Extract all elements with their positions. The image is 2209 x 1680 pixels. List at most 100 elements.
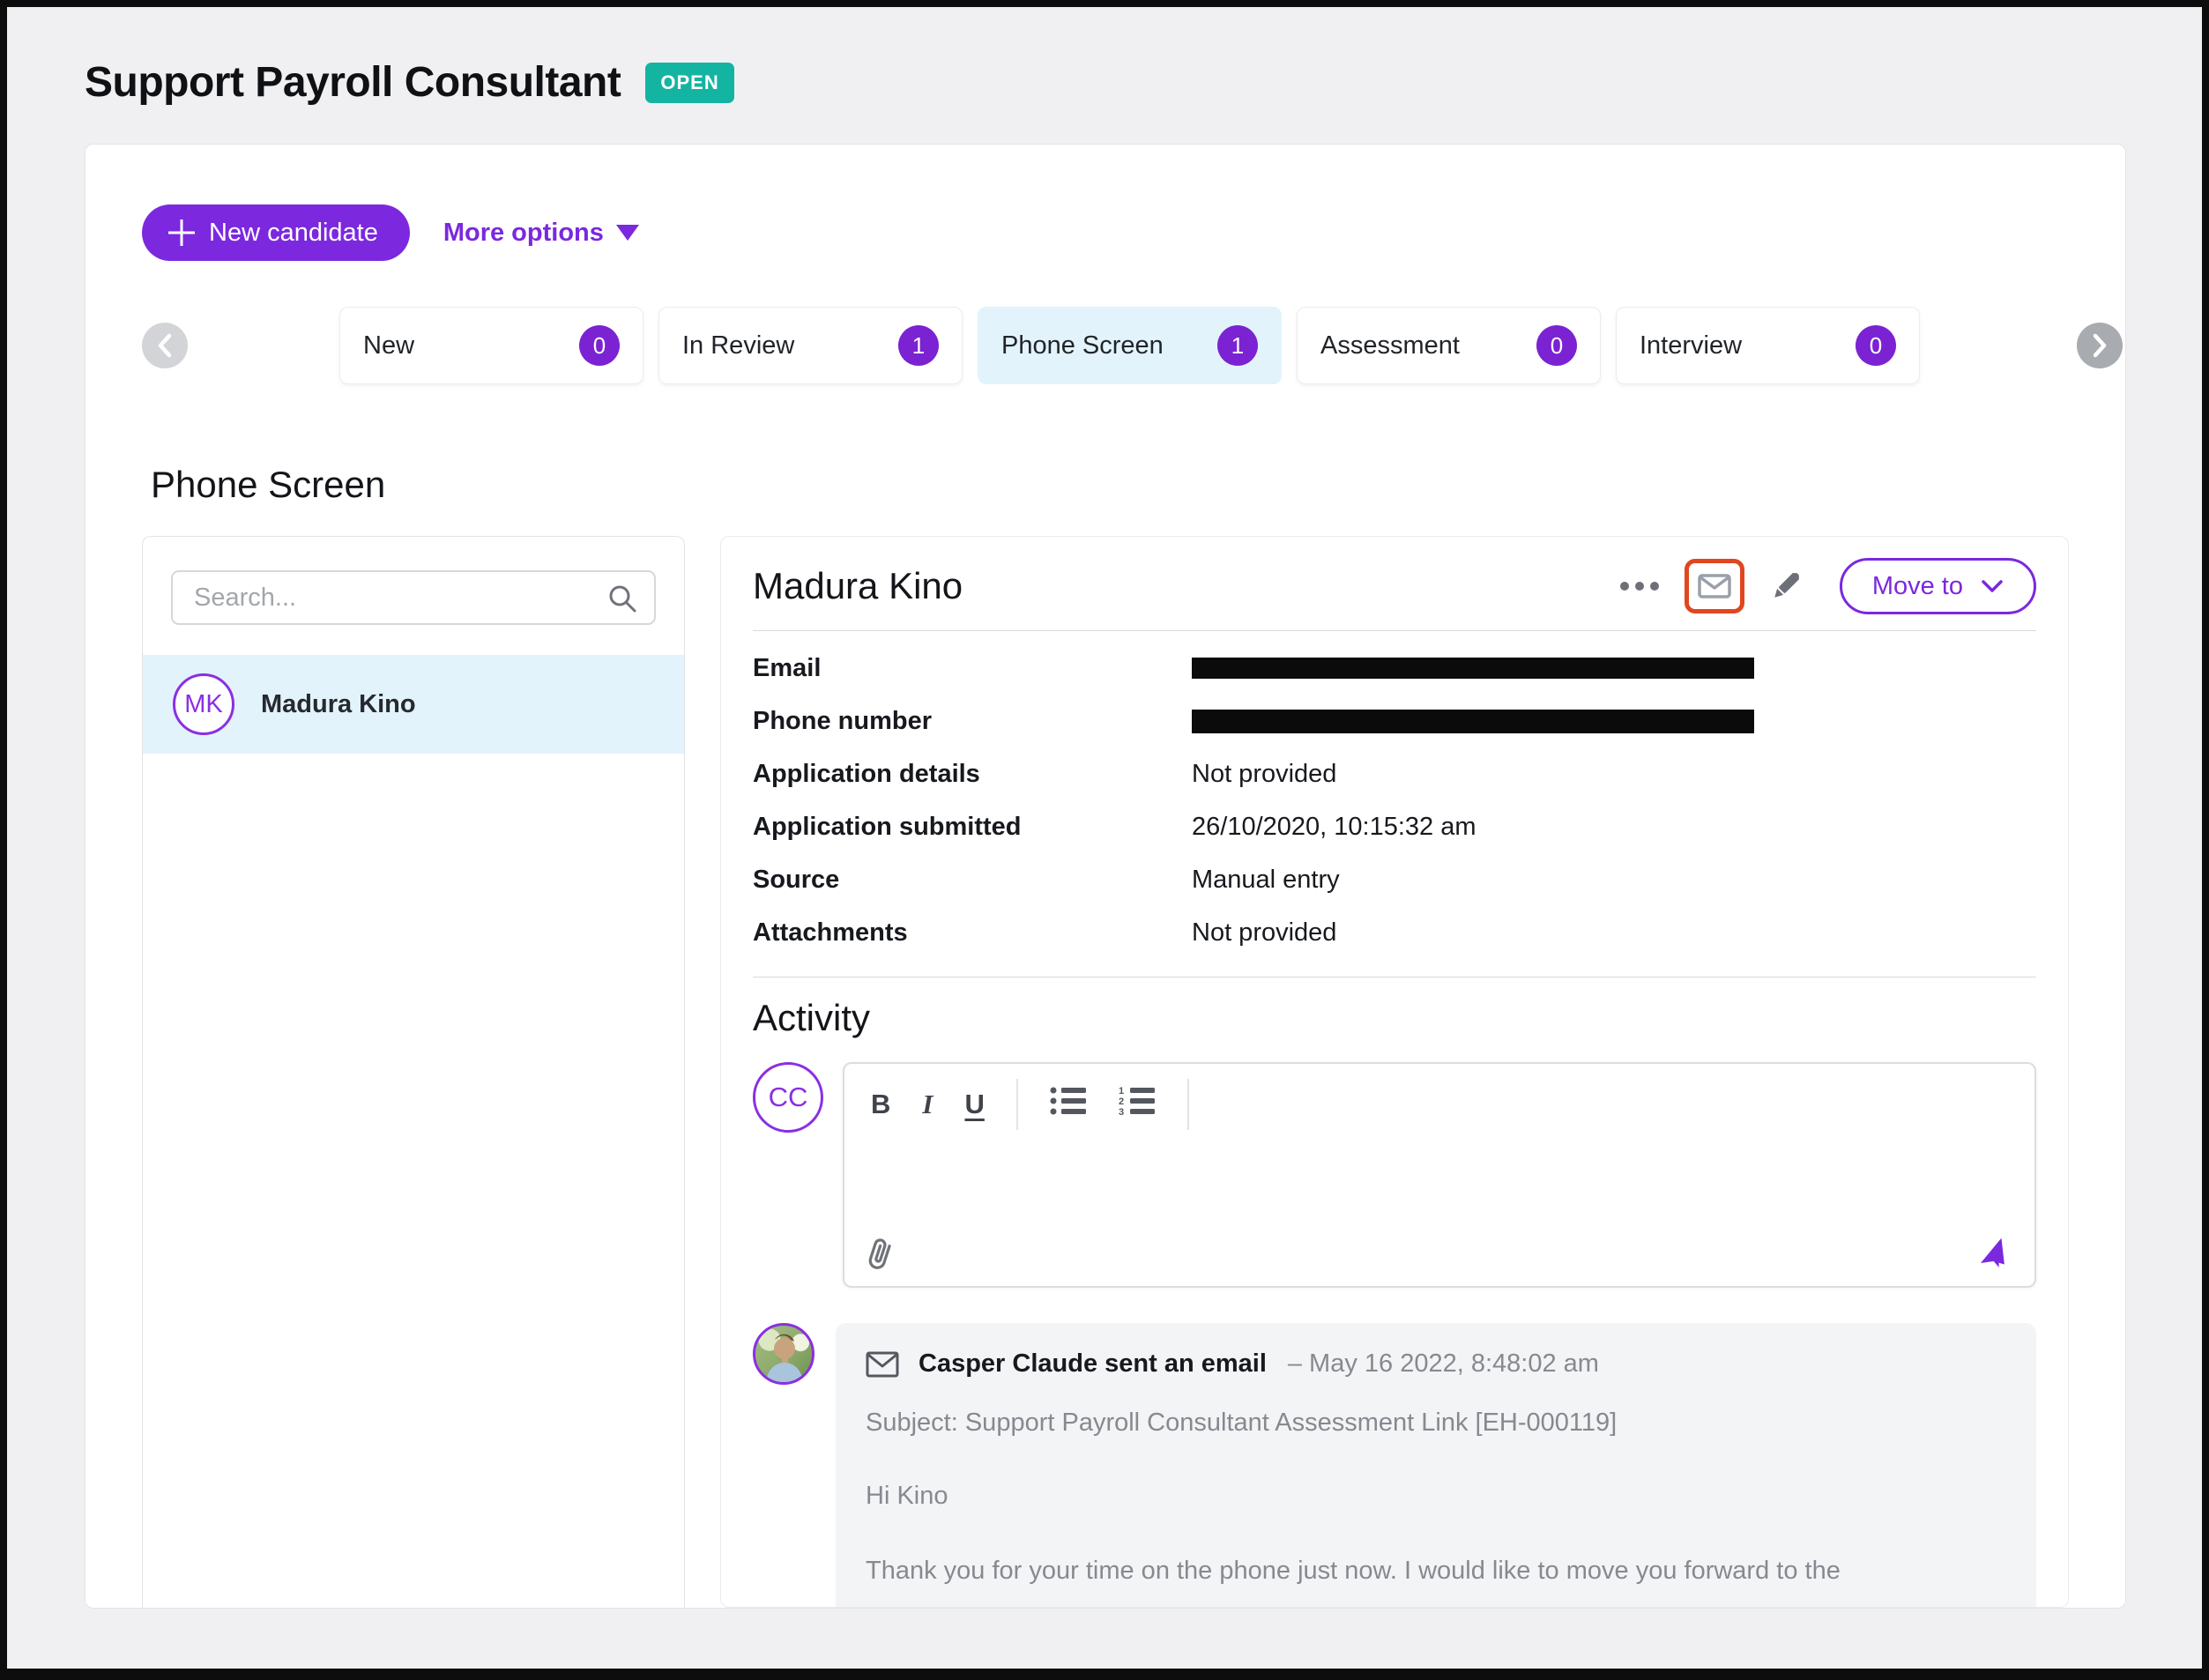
- mail-icon: [1698, 574, 1731, 598]
- detail-candidate-name: Madura Kino: [753, 565, 1619, 607]
- caret-down-icon: [616, 225, 639, 241]
- activity-feed-item: Casper Claude sent an email – May 16 202…: [753, 1323, 2036, 1608]
- toolbar-separator: [1016, 1079, 1018, 1130]
- scroll-left-button[interactable]: [142, 323, 188, 368]
- pencil-icon: [1769, 569, 1803, 603]
- field-label: Attachments: [753, 918, 1192, 948]
- stage-tab-assessment[interactable]: Assessment 0: [1297, 307, 1601, 384]
- stage-section-heading: Phone Screen: [151, 464, 2069, 506]
- field-label: Phone number: [753, 707, 1192, 736]
- paperclip-icon: [866, 1235, 896, 1272]
- field-row-application-submitted: Application submitted 26/10/2020, 10:15:…: [753, 800, 2036, 853]
- svg-text:2: 2: [1119, 1096, 1124, 1107]
- candidate-list-item[interactable]: MK Madura Kino: [143, 655, 684, 754]
- svg-text:3: 3: [1119, 1107, 1124, 1116]
- stage-label: Interview: [1640, 331, 1742, 361]
- email-body: Thank you for your time on the phone jus…: [866, 1557, 2001, 1586]
- stage-tab-in-review[interactable]: In Review 1: [658, 307, 963, 384]
- app-window: Support Payroll Consultant OPEN New cand…: [0, 0, 2209, 1680]
- chevron-down-icon: [1981, 579, 2004, 593]
- field-value: Manual entry: [1192, 866, 1340, 895]
- underline-button[interactable]: U: [964, 1089, 984, 1120]
- email-activity-card: Casper Claude sent an email – May 16 202…: [836, 1323, 2036, 1608]
- person-photo-icon: [755, 1326, 812, 1382]
- field-label: Application submitted: [753, 813, 1192, 842]
- stage-count-badge: 0: [1536, 325, 1577, 366]
- plus-icon: [168, 219, 195, 246]
- stage-content: MK Madura Kino Madura Kino: [142, 536, 2069, 1608]
- stage-tab-new[interactable]: New 0: [339, 307, 643, 384]
- candidate-detail-panel: Madura Kino: [720, 536, 2069, 1608]
- candidate-fields: Email Phone number Application details N…: [753, 642, 2036, 959]
- candidate-list-panel: MK Madura Kino: [142, 536, 685, 1608]
- stage-count-badge: 0: [579, 325, 620, 366]
- activity-title-row: Casper Claude sent an email – May 16 202…: [866, 1349, 2001, 1379]
- field-label: Source: [753, 866, 1192, 895]
- email-subject: Subject: Support Payroll Consultant Asse…: [866, 1409, 2001, 1438]
- stage-label: New: [363, 331, 414, 361]
- field-label: Application details: [753, 760, 1192, 789]
- chevron-left-icon: [155, 332, 175, 359]
- new-candidate-button[interactable]: New candidate: [142, 204, 410, 261]
- bullet-list-button[interactable]: [1050, 1086, 1087, 1123]
- current-user-avatar: CC: [753, 1062, 823, 1133]
- stage-label: In Review: [682, 331, 794, 361]
- pipeline-stages: New 0 In Review 1 Phone Screen 1 Assessm…: [142, 307, 2069, 384]
- numbered-list-icon: 1 2 3: [1119, 1086, 1156, 1116]
- toolbar-separator: [1187, 1079, 1189, 1130]
- field-row-application-details: Application details Not provided: [753, 747, 2036, 800]
- stage-label: Phone Screen: [1001, 331, 1164, 361]
- send-icon: [1976, 1238, 2012, 1274]
- send-comment-button[interactable]: [1976, 1238, 2012, 1274]
- more-options-label: More options: [443, 219, 604, 248]
- activity-actor: Casper Claude sent an email: [919, 1349, 1267, 1379]
- more-actions-button[interactable]: [1619, 581, 1660, 591]
- chevron-right-icon: [2090, 332, 2109, 359]
- field-row-attachments: Attachments Not provided: [753, 906, 2036, 959]
- candidate-name: Madura Kino: [261, 690, 416, 719]
- detail-header: Madura Kino: [753, 558, 2036, 614]
- svg-text:1: 1: [1119, 1086, 1124, 1096]
- stage-label: Assessment: [1320, 331, 1460, 361]
- stage-tab-phone-screen[interactable]: Phone Screen 1: [978, 307, 1282, 384]
- detail-actions: Move to: [1619, 558, 2036, 614]
- activity-composer: CC B I U: [753, 1062, 2036, 1288]
- stage-tab-interview[interactable]: Interview 0: [1616, 307, 1920, 384]
- stage-count-badge: 1: [1217, 325, 1258, 366]
- move-to-label: Move to: [1872, 572, 1963, 601]
- bold-button[interactable]: B: [871, 1089, 890, 1120]
- field-value: 26/10/2020, 10:15:32 am: [1192, 813, 1476, 842]
- activity-heading: Activity: [753, 997, 2036, 1039]
- numbered-list-button[interactable]: 1 2 3: [1119, 1086, 1156, 1123]
- field-value: Not provided: [1192, 918, 1336, 948]
- search-input[interactable]: [171, 570, 656, 625]
- status-badge: OPEN: [645, 63, 733, 103]
- activity-timestamp: – May 16 2022, 8:48:02 am: [1288, 1349, 1599, 1379]
- actions-row: New candidate More options: [142, 204, 2069, 261]
- candidate-avatar: MK: [173, 673, 234, 735]
- divider: [753, 977, 2036, 978]
- italic-button[interactable]: I: [922, 1089, 933, 1120]
- stage-count-badge: 0: [1856, 325, 1896, 366]
- job-pipeline-card: New candidate More options New 0 In Revi…: [85, 144, 2126, 1609]
- actor-avatar: [753, 1323, 814, 1385]
- new-candidate-label: New candidate: [209, 219, 378, 248]
- candidate-search: [143, 537, 684, 625]
- rich-text-editor[interactable]: B I U: [843, 1062, 2036, 1288]
- field-label: Email: [753, 654, 1192, 683]
- attach-file-button[interactable]: [866, 1235, 896, 1272]
- field-row-email: Email: [753, 642, 2036, 695]
- envelope-icon: [866, 1351, 899, 1378]
- bullet-list-icon: [1050, 1086, 1087, 1116]
- move-to-button[interactable]: Move to: [1840, 558, 2036, 614]
- send-email-button[interactable]: [1685, 559, 1744, 613]
- stage-count-badge: 1: [898, 325, 939, 366]
- more-options-button[interactable]: More options: [443, 219, 639, 248]
- page-header: Support Payroll Consultant OPEN: [7, 7, 2202, 107]
- field-row-phone: Phone number: [753, 695, 2036, 747]
- edit-candidate-button[interactable]: [1769, 569, 1803, 603]
- email-greeting: Hi Kino: [866, 1482, 2001, 1511]
- field-value: Not provided: [1192, 760, 1336, 789]
- ellipsis-icon: [1619, 581, 1660, 591]
- scroll-right-button[interactable]: [2077, 323, 2123, 368]
